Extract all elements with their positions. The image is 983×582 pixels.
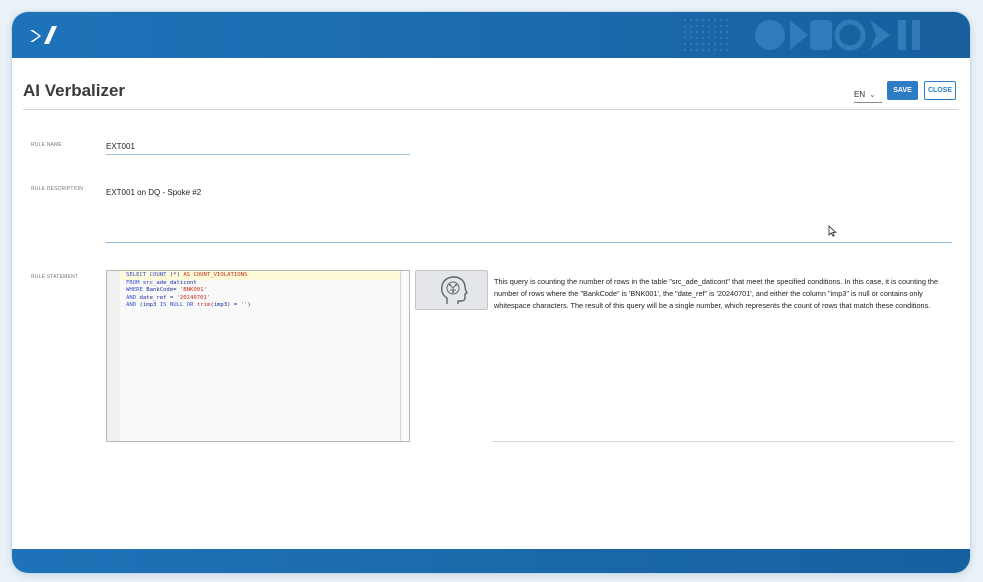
language-select[interactable]: EN ⌄	[854, 86, 882, 103]
verbalize-button[interactable]	[415, 270, 488, 310]
page-title: AI Verbalizer	[23, 81, 126, 100]
sql-editor[interactable]: SELECT COUNT (*) AS COUNT_VIOLATIONS FRO…	[106, 270, 410, 442]
sql-code: SELECT COUNT (*) AS COUNT_VIOLATIONS FRO…	[126, 272, 251, 310]
rule-name-label: RULE NAME	[31, 142, 62, 148]
rule-statement-label: RULE STATEMENT	[31, 274, 79, 280]
language-value: EN	[854, 89, 866, 99]
ai-head-icon	[440, 276, 468, 304]
bottom-bar	[12, 549, 970, 573]
rule-description-field[interactable]: EXT001 on DQ - Spoke #2	[106, 188, 201, 197]
ai-explanation: This query is counting the number of row…	[494, 277, 939, 310]
editor-scrollbar[interactable]	[400, 271, 409, 441]
app-window: AI Verbalizer EN ⌄ SAVE CLOSE RULE NAME …	[12, 12, 970, 573]
header-decoration	[684, 19, 920, 51]
code-line: WHERE BankCode= 'BNK001'	[126, 287, 207, 294]
explanation-underline	[492, 441, 954, 442]
close-button[interactable]: CLOSE	[924, 81, 956, 100]
title-divider	[23, 109, 959, 110]
mouse-pointer-icon	[828, 225, 837, 237]
code-line: AND date_ref = '20240701'	[126, 294, 211, 301]
rule-description-underline	[106, 242, 952, 243]
code-line: SELECT COUNT (*) AS COUNT_VIOLATIONS	[126, 272, 248, 278]
rule-name-field[interactable]: EXT001	[106, 142, 410, 155]
save-button[interactable]: SAVE	[887, 81, 918, 100]
editor-gutter	[107, 271, 120, 441]
top-bar	[12, 12, 970, 58]
code-line: FROM src_ade_daticont	[126, 279, 197, 286]
code-line: AND (imp3 IS NULL OR trim(imp3) = '')	[126, 302, 251, 309]
brand-logo	[30, 26, 57, 44]
chevron-down-icon: ⌄	[869, 89, 876, 99]
rule-description-label: RULE DESCRIPTION	[31, 186, 84, 192]
